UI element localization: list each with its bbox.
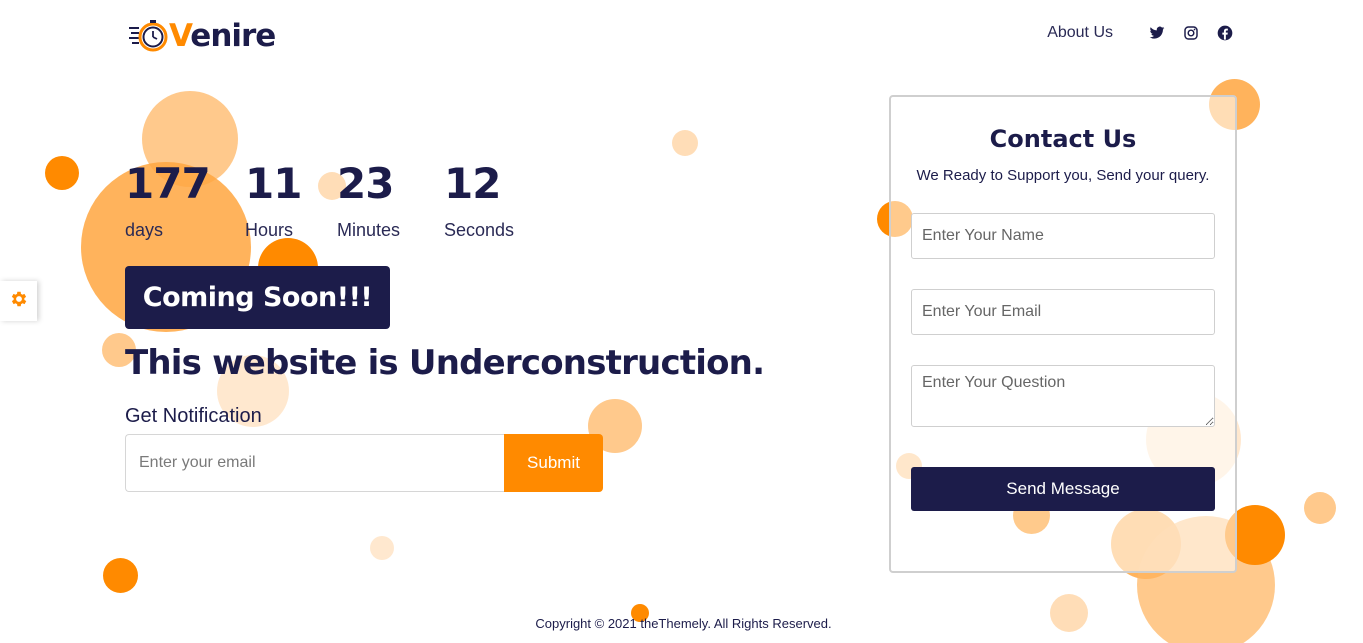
twitter-icon[interactable] bbox=[1149, 25, 1165, 41]
contact-title: Contact Us bbox=[989, 125, 1137, 153]
send-message-button[interactable]: Send Message bbox=[911, 467, 1215, 511]
top-nav: About Us bbox=[1047, 24, 1233, 42]
notification-label: Get Notification bbox=[125, 405, 262, 427]
countdown-hours: 11 Hours bbox=[245, 158, 302, 241]
countdown-minutes: 23 Minutes bbox=[337, 158, 400, 241]
notification-email-input[interactable] bbox=[125, 434, 504, 492]
bubble bbox=[1304, 492, 1336, 524]
countdown-days: 177 days bbox=[125, 158, 211, 241]
bubble bbox=[672, 130, 698, 156]
page-headline: This website is Underconstruction. bbox=[125, 343, 765, 383]
stopwatch-logo-icon bbox=[128, 18, 170, 54]
brand-name: Venire bbox=[169, 18, 276, 54]
seconds-value: 12 bbox=[444, 159, 501, 208]
name-field[interactable] bbox=[911, 213, 1215, 259]
email-field[interactable] bbox=[911, 289, 1215, 335]
countdown-seconds: 12 Seconds bbox=[444, 158, 514, 241]
question-field[interactable] bbox=[911, 365, 1215, 427]
brand-logo[interactable]: Venire bbox=[128, 16, 276, 56]
footer-copyright: Copyright © 2021 theThemely. All Rights … bbox=[0, 616, 1363, 631]
settings-toggle[interactable] bbox=[0, 281, 37, 321]
copyright-text: Copyright © 2021 theThemely. All Rights … bbox=[535, 616, 832, 631]
nav-about-us[interactable]: About Us bbox=[1047, 24, 1113, 42]
bubble bbox=[370, 536, 394, 560]
gear-icon bbox=[9, 289, 29, 313]
hours-label: Hours bbox=[245, 220, 294, 240]
coming-soon-text: Coming Soon!!! bbox=[142, 282, 373, 313]
coming-soon-badge: Coming Soon!!! bbox=[125, 266, 390, 329]
facebook-icon[interactable] bbox=[1217, 25, 1233, 41]
contact-form-card: Contact Us We Ready to Support you, Send… bbox=[889, 95, 1237, 573]
bubble bbox=[103, 558, 138, 593]
instagram-icon[interactable] bbox=[1183, 25, 1199, 41]
notification-form: Submit bbox=[125, 434, 603, 492]
bubble bbox=[45, 156, 79, 190]
seconds-label: Seconds bbox=[444, 220, 515, 240]
minutes-value: 23 bbox=[337, 159, 394, 208]
days-value: 177 bbox=[125, 159, 211, 208]
contact-subtitle: We Ready to Support you, Send your query… bbox=[916, 167, 1210, 184]
days-label: days bbox=[125, 220, 164, 240]
hours-value: 11 bbox=[245, 159, 302, 208]
submit-button[interactable]: Submit bbox=[504, 434, 603, 492]
minutes-label: Minutes bbox=[337, 220, 401, 240]
